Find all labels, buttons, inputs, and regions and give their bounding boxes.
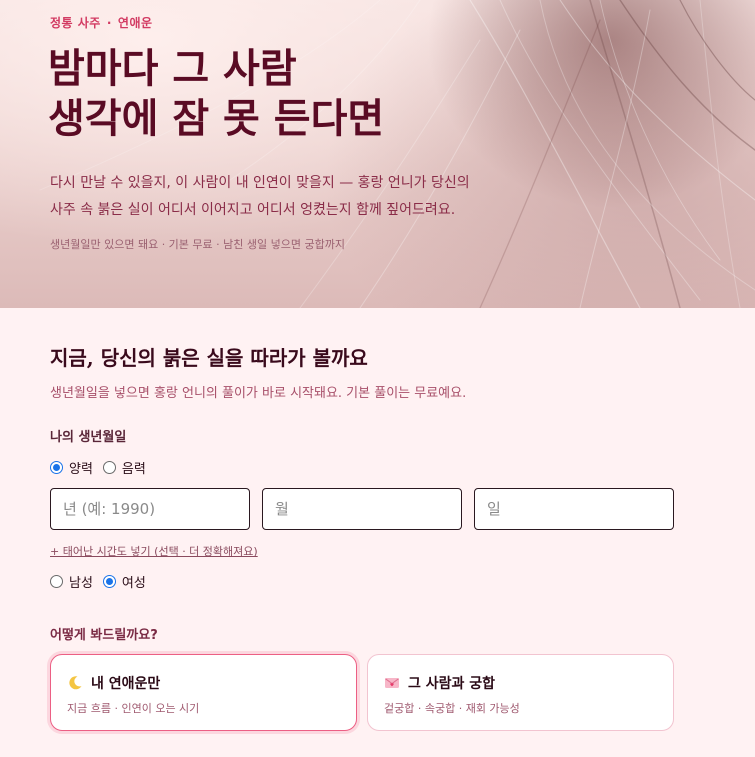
gender-group: 남성 여성 bbox=[50, 572, 156, 591]
hero-title: 밤마다 그 사람 생각에 잠 못 든다면 bbox=[48, 44, 568, 144]
birth-year-input[interactable] bbox=[50, 488, 250, 530]
hero-eyebrow: 정통 사주 · 연애운 bbox=[50, 14, 153, 31]
lunar-label: 음력 bbox=[121, 462, 146, 477]
add-birth-time-link[interactable]: + 태어난 시간도 넣기 (선택 · 더 정확해져요) bbox=[50, 543, 258, 559]
gender-female-option[interactable]: 여성 bbox=[102, 572, 146, 591]
calendar-lunar-option[interactable]: 음력 bbox=[102, 458, 146, 477]
form-subtitle: 생년월일을 넣으면 홍랑 언니의 풀이가 바로 시작돼요. 기본 풀이는 무료예… bbox=[50, 386, 467, 401]
option-card-compatibility[interactable]: 그 사람과 궁합 겉궁합 · 속궁합 · 재회 가능성 bbox=[367, 654, 674, 731]
eyebrow-topic: 연애운 bbox=[117, 16, 153, 30]
eyebrow-category: 정통 사주 bbox=[50, 16, 101, 30]
option-card-subtitle: 겉궁합 · 속궁합 · 재회 가능성 bbox=[384, 702, 520, 715]
birth-day-input[interactable] bbox=[474, 488, 674, 530]
lunar-radio[interactable] bbox=[102, 461, 116, 474]
calendar-type-group: 양력 음력 bbox=[50, 458, 156, 477]
option-card-my-love-fortune[interactable]: 내 연애운만 지금 흐름 · 인연이 오는 시기 bbox=[50, 654, 357, 731]
love-letter-icon bbox=[385, 678, 399, 688]
hero-description: 다시 만날 수 있을지, 이 사람이 내 인연이 맞을지 — 홍랑 언니가 당신… bbox=[50, 170, 520, 224]
male-radio[interactable] bbox=[50, 575, 63, 588]
male-label: 남성 bbox=[69, 576, 93, 591]
solar-radio[interactable] bbox=[50, 461, 63, 474]
eyebrow-separator: · bbox=[106, 16, 112, 30]
option-card-title: 그 사람과 궁합 bbox=[408, 676, 496, 692]
option-card-title-row: 그 사람과 궁합 bbox=[384, 673, 495, 693]
solar-label: 양력 bbox=[69, 462, 93, 477]
option-card-title-row: 내 연애운만 bbox=[67, 673, 160, 693]
crescent-moon-icon bbox=[69, 676, 82, 690]
gender-male-option[interactable]: 남성 bbox=[50, 572, 93, 591]
female-radio[interactable] bbox=[102, 575, 116, 588]
form-title: 지금, 당신의 붉은 실을 따라가 볼까요 bbox=[50, 346, 368, 370]
female-label: 여성 bbox=[121, 576, 146, 591]
hero-description-line-1: 다시 만날 수 있을지, 이 사람이 내 인연이 맞을지 — 홍랑 언니가 당신… bbox=[50, 175, 470, 191]
reading-type-label: 어떻게 봐드릴까요? bbox=[50, 628, 158, 643]
hero-description-line-2: 사주 속 붉은 실이 어디서 이어지고 어디서 엉켰는지 함께 짚어드려요. bbox=[50, 202, 456, 218]
option-card-subtitle: 지금 흐름 · 인연이 오는 시기 bbox=[67, 702, 200, 715]
hero-note: 생년월일만 있으면 돼요 · 기본 무료 · 남친 생일 넣으면 궁합까지 bbox=[50, 238, 345, 251]
birthdate-label: 나의 생년월일 bbox=[50, 430, 127, 445]
hero-title-line-2: 생각에 잠 못 든다면 bbox=[48, 95, 385, 142]
hero-banner: 정통 사주 · 연애운 밤마다 그 사람 생각에 잠 못 든다면 다시 만날 수 있… bbox=[0, 0, 755, 308]
option-card-title: 내 연애운만 bbox=[91, 676, 161, 692]
birth-month-input[interactable] bbox=[262, 488, 462, 530]
calendar-solar-option[interactable]: 양력 bbox=[50, 458, 93, 477]
hero-title-line-1: 밤마다 그 사람 bbox=[48, 45, 297, 92]
